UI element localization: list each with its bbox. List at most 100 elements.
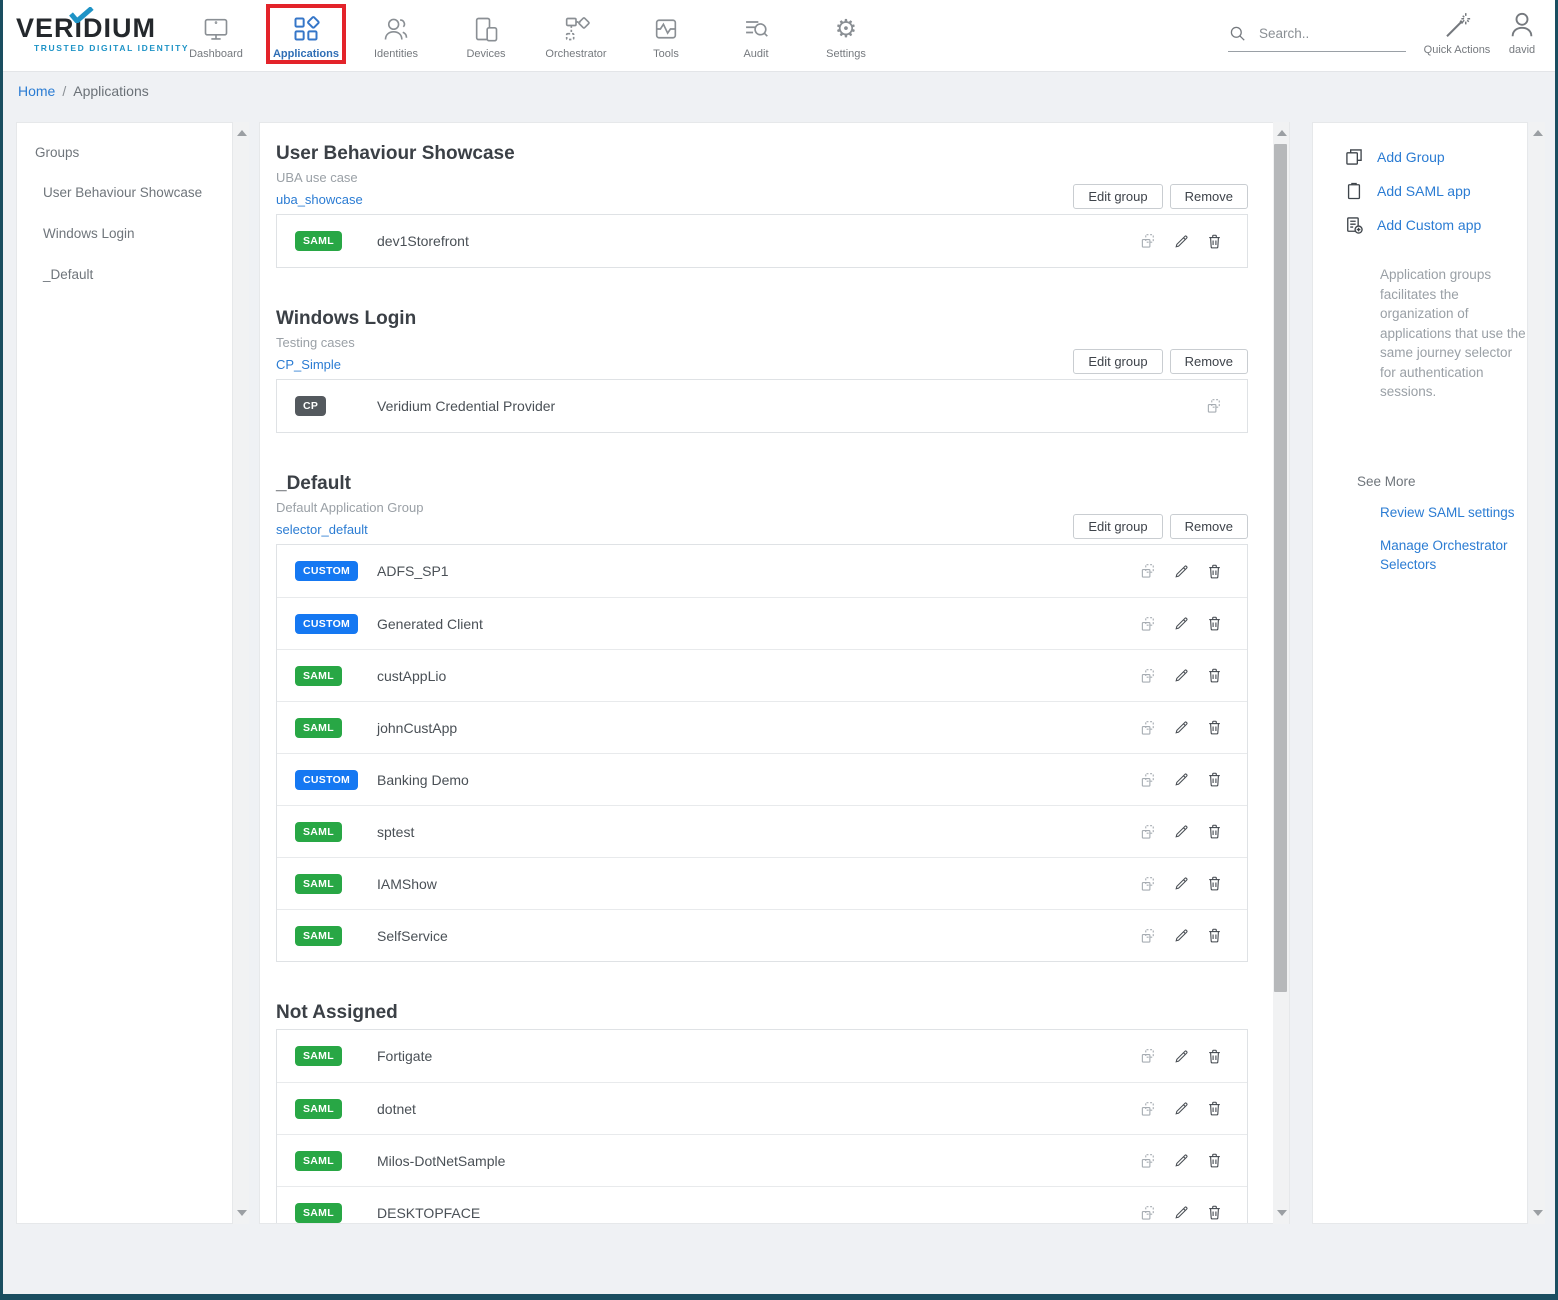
delete-app-icon[interactable]	[1206, 927, 1223, 944]
nav-item-applications[interactable]: Applications	[261, 6, 351, 64]
app-type-badge: SAML	[295, 666, 342, 686]
breadcrumb-separator: /	[62, 83, 66, 99]
copy-app-icon[interactable]	[1139, 927, 1157, 945]
add-group-button[interactable]: Add Group	[1344, 147, 1527, 167]
copy-app-icon[interactable]	[1139, 667, 1157, 685]
group-title: _Default	[276, 471, 1248, 497]
edit-app-icon[interactable]	[1173, 927, 1190, 944]
copy-app-icon[interactable]	[1139, 232, 1157, 250]
remove-group-button[interactable]: Remove	[1170, 514, 1248, 539]
copy-app-icon[interactable]	[1139, 875, 1157, 893]
add-custom-app-button[interactable]: Add Custom app	[1344, 215, 1527, 235]
delete-app-icon[interactable]	[1206, 1152, 1223, 1169]
edit-group-button[interactable]: Edit group	[1073, 349, 1162, 374]
delete-app-icon[interactable]	[1206, 233, 1223, 250]
top-header: VERIDIUM TRUSTED DIGITAL IDENTITY Dashbo…	[0, 0, 1558, 72]
nav-label: Devices	[466, 48, 505, 60]
edit-app-icon[interactable]	[1173, 667, 1190, 684]
app-type-badge: SAML	[295, 1151, 342, 1171]
group-app-list: SAML Fortigate SAML dotnet SAML Milos-Do…	[276, 1029, 1248, 1224]
delete-app-icon[interactable]	[1206, 1204, 1223, 1221]
app-name: dev1Storefront	[377, 233, 469, 249]
edit-group-button[interactable]: Edit group	[1073, 184, 1162, 209]
group-selector-link[interactable]: uba_showcase	[276, 189, 363, 211]
scroll-down-arrow[interactable]	[1533, 1210, 1543, 1216]
nav-label: Settings	[826, 48, 866, 60]
edit-app-icon[interactable]	[1173, 1204, 1190, 1221]
delete-app-icon[interactable]	[1206, 563, 1223, 580]
copy-app-icon[interactable]	[1205, 397, 1223, 415]
scroll-up-arrow[interactable]	[237, 130, 247, 136]
edit-app-icon[interactable]	[1173, 823, 1190, 840]
nav-item-tools[interactable]: Tools	[621, 6, 711, 64]
search-input[interactable]	[1259, 26, 1389, 41]
window-edge-left	[0, 0, 3, 1300]
group-app-list: CP Veridium Credential Provider	[276, 379, 1248, 433]
edit-app-icon[interactable]	[1173, 771, 1190, 788]
remove-group-button[interactable]: Remove	[1170, 184, 1248, 209]
edit-group-button[interactable]: Edit group	[1073, 514, 1162, 539]
delete-app-icon[interactable]	[1206, 719, 1223, 736]
nav-item-audit[interactable]: Audit	[711, 6, 801, 64]
edit-app-icon[interactable]	[1173, 1100, 1190, 1117]
nav-item-devices[interactable]: Devices	[441, 6, 531, 64]
edit-app-icon[interactable]	[1173, 233, 1190, 250]
app-name: johnCustApp	[377, 720, 457, 736]
delete-app-icon[interactable]	[1206, 875, 1223, 892]
copy-app-icon[interactable]	[1139, 562, 1157, 580]
edit-app-icon[interactable]	[1173, 719, 1190, 736]
remove-group-button[interactable]: Remove	[1170, 349, 1248, 374]
edit-app-icon[interactable]	[1173, 875, 1190, 892]
app-row: SAML dotnet	[277, 1082, 1247, 1134]
delete-app-icon[interactable]	[1206, 667, 1223, 684]
add-saml-app-icon	[1344, 181, 1364, 201]
copy-app-icon[interactable]	[1139, 615, 1157, 633]
identities-icon	[382, 14, 410, 44]
add-saml-app-button[interactable]: Add SAML app	[1344, 181, 1527, 201]
app-row: CUSTOM Banking Demo	[277, 753, 1247, 805]
group-header: Not Assigned	[276, 1000, 1248, 1026]
copy-app-icon[interactable]	[1139, 1100, 1157, 1118]
scroll-up-arrow[interactable]	[1277, 130, 1287, 136]
delete-app-icon[interactable]	[1206, 1048, 1223, 1065]
scrollbar-thumb[interactable]	[1274, 144, 1287, 992]
copy-app-icon[interactable]	[1139, 823, 1157, 841]
app-type-badge: CUSTOM	[295, 561, 358, 581]
review-saml-settings-link[interactable]: Review SAML settings	[1380, 503, 1530, 522]
scroll-down-arrow[interactable]	[237, 1210, 247, 1216]
manage-orchestrator-selectors-link[interactable]: Manage Orchestrator Selectors	[1380, 536, 1530, 574]
delete-app-icon[interactable]	[1206, 615, 1223, 632]
see-more-label: See More	[1357, 474, 1527, 489]
copy-app-icon[interactable]	[1139, 719, 1157, 737]
nav-item-orchestrator[interactable]: Orchestrator	[531, 6, 621, 64]
delete-app-icon[interactable]	[1206, 823, 1223, 840]
app-name: SelfService	[377, 928, 448, 944]
edit-app-icon[interactable]	[1173, 1152, 1190, 1169]
user-menu[interactable]: david	[1493, 10, 1551, 56]
copy-app-icon[interactable]	[1139, 1047, 1157, 1065]
sidebar-item-default[interactable]: _Default	[17, 254, 232, 295]
copy-app-icon[interactable]	[1139, 1204, 1157, 1222]
edit-app-icon[interactable]	[1173, 615, 1190, 632]
app-row: SAML sptest	[277, 805, 1247, 857]
edit-app-icon[interactable]	[1173, 1048, 1190, 1065]
delete-app-icon[interactable]	[1206, 771, 1223, 788]
quick-actions-button[interactable]: Quick Actions	[1417, 10, 1497, 56]
group-selector-link[interactable]: selector_default	[276, 519, 368, 541]
copy-app-icon[interactable]	[1139, 1152, 1157, 1170]
nav-item-identities[interactable]: Identities	[351, 6, 441, 64]
edit-app-icon[interactable]	[1173, 563, 1190, 580]
copy-app-icon[interactable]	[1139, 771, 1157, 789]
sidebar-item-windows-login[interactable]: Windows Login	[17, 213, 232, 254]
scroll-down-arrow[interactable]	[1277, 1210, 1287, 1216]
app-row: SAML johnCustApp	[277, 701, 1247, 753]
sidebar-item-user-behaviour-showcase[interactable]: User Behaviour Showcase	[17, 172, 232, 213]
delete-app-icon[interactable]	[1206, 1100, 1223, 1117]
nav-item-settings[interactable]: ⚙ Settings	[801, 6, 891, 64]
scroll-up-arrow[interactable]	[1533, 130, 1543, 136]
group-header: User Behaviour Showcase UBA use case uba…	[276, 141, 1248, 211]
breadcrumb-home-link[interactable]: Home	[18, 83, 55, 99]
nav-item-dashboard[interactable]: Dashboard	[171, 6, 261, 64]
app-row: SAML dev1Storefront	[277, 215, 1247, 267]
group-selector-link[interactable]: CP_Simple	[276, 354, 341, 376]
